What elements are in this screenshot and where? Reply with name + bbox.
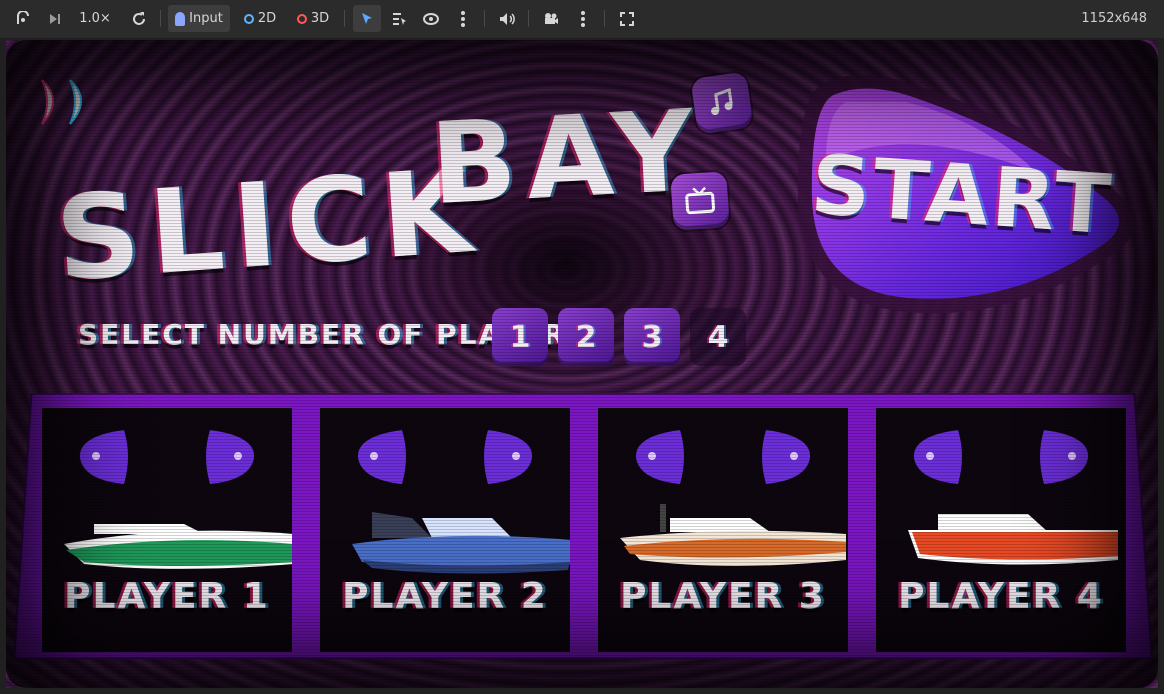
circle-2d-icon xyxy=(243,13,254,24)
player-3-label: PLAYER 3 xyxy=(620,576,826,617)
reset-speed-icon[interactable] xyxy=(127,5,151,32)
editor-toolbar: 1.0× Input 2D 3D 1152x648 xyxy=(0,0,1164,38)
fast-forward-icon[interactable] xyxy=(34,72,104,132)
player-card-4: PLAYER 4 xyxy=(876,408,1126,652)
player-count-3-button[interactable]: 3 xyxy=(624,308,680,366)
input-toggle[interactable]: Input xyxy=(168,5,230,32)
player-card-3: PLAYER 3 xyxy=(598,408,848,652)
player-count-2-button[interactable]: 2 xyxy=(558,308,614,366)
mode-3d-button[interactable]: 3D xyxy=(293,5,333,32)
next-boat-arrow-icon[interactable] xyxy=(202,426,260,488)
toolbar-separator xyxy=(604,10,605,27)
resolution-readout: 1152x648 xyxy=(1081,11,1147,26)
title-word-slick: SLICK xyxy=(51,143,486,308)
joystick-icon xyxy=(175,11,186,26)
next-boat-arrow-icon[interactable] xyxy=(1036,426,1094,488)
game-viewport[interactable]: SLICK BAY START SELECT NUMBER OF PLAYERS… xyxy=(6,40,1158,688)
player-count-1-button[interactable]: 1 xyxy=(492,308,548,366)
player-card-1: PLAYER 1 xyxy=(42,408,292,652)
display-settings-button[interactable] xyxy=(670,171,730,231)
mode-2d-label: 2D xyxy=(257,11,277,26)
tv-icon xyxy=(685,186,716,215)
next-boat-arrow-icon[interactable] xyxy=(758,426,816,488)
speaker-icon[interactable] xyxy=(496,5,518,32)
music-button[interactable] xyxy=(690,71,754,135)
previous-boat-arrow-icon[interactable] xyxy=(74,426,132,488)
eye-icon[interactable] xyxy=(420,5,442,32)
list-select-icon[interactable] xyxy=(388,5,410,32)
camera-options-icon[interactable] xyxy=(572,5,594,32)
player-4-label: PLAYER 4 xyxy=(898,576,1104,617)
remote-debug-icon[interactable] xyxy=(12,5,34,32)
toolbar-separator xyxy=(528,10,529,27)
fullscreen-icon[interactable] xyxy=(616,5,638,32)
camera-icon[interactable] xyxy=(540,5,562,32)
mode-2d-button[interactable]: 2D xyxy=(240,5,280,32)
more-options-icon[interactable] xyxy=(452,5,474,32)
title-word-bay: BAY xyxy=(427,85,707,231)
player-2-label: PLAYER 2 xyxy=(342,576,548,617)
previous-boat-arrow-icon[interactable] xyxy=(630,426,688,488)
previous-boat-arrow-icon[interactable] xyxy=(352,426,410,488)
select-tool-icon[interactable] xyxy=(353,5,381,32)
toolbar-separator xyxy=(344,10,345,27)
step-frame-icon[interactable] xyxy=(44,5,66,32)
player-card-2: PLAYER 2 xyxy=(320,408,570,652)
player-1-label: PLAYER 1 xyxy=(64,576,270,617)
next-boat-arrow-icon[interactable] xyxy=(480,426,538,488)
toolbar-separator xyxy=(484,10,485,27)
music-note-icon xyxy=(711,87,733,116)
speed-selector[interactable]: 1.0× xyxy=(76,5,114,32)
input-label: Input xyxy=(189,11,223,26)
previous-boat-arrow-icon[interactable] xyxy=(908,426,966,488)
toolbar-separator xyxy=(160,10,161,27)
mode-3d-label: 3D xyxy=(310,11,330,26)
circle-3d-icon xyxy=(296,13,307,24)
player-count-4-button[interactable]: 4 xyxy=(690,308,746,366)
